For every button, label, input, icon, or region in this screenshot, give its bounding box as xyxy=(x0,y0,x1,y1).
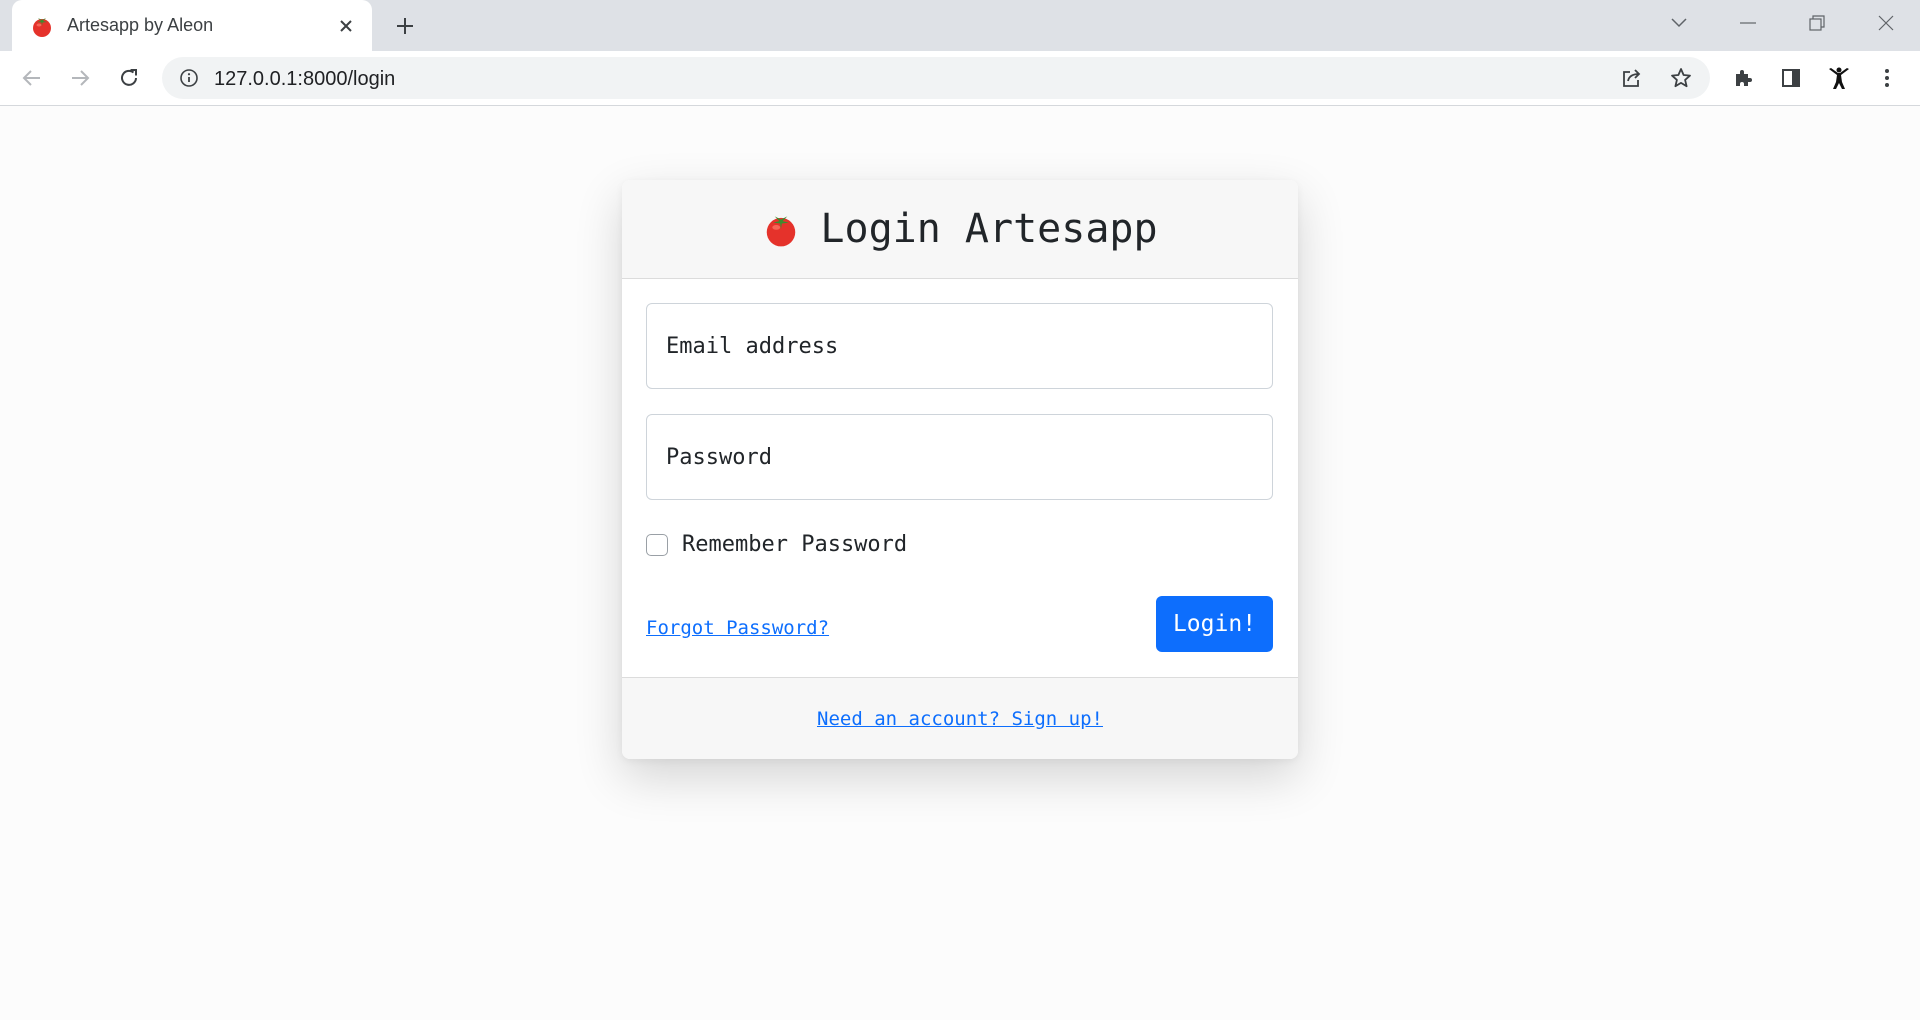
login-card-footer: Need an account? Sign up! xyxy=(622,677,1298,759)
side-panel-icon[interactable] xyxy=(1775,62,1807,94)
tomato-icon xyxy=(30,14,54,38)
tomato-icon xyxy=(762,210,800,248)
email-label: Email address xyxy=(666,334,839,359)
login-button[interactable]: Login! xyxy=(1156,596,1273,652)
password-field[interactable]: Password xyxy=(646,414,1273,500)
browser-toolbar: 127.0.0.1:8000/login xyxy=(0,51,1920,106)
forgot-password-link[interactable]: Forgot Password? xyxy=(646,617,829,639)
url-text: 127.0.0.1:8000/login xyxy=(214,68,396,90)
signup-link[interactable]: Need an account? Sign up! xyxy=(817,708,1103,730)
password-label: Password xyxy=(666,445,772,470)
address-bar[interactable]: 127.0.0.1:8000/login xyxy=(162,57,1710,99)
reload-icon[interactable] xyxy=(113,62,145,94)
more-menu-icon[interactable] xyxy=(1871,62,1903,94)
share-icon[interactable] xyxy=(1617,63,1647,93)
close-tab-icon[interactable] xyxy=(332,12,360,40)
remember-checkbox[interactable] xyxy=(646,533,668,556)
minimize-icon[interactable] xyxy=(1731,8,1765,38)
extensions-puzzle-icon[interactable] xyxy=(1727,62,1759,94)
page-title: Login Artesapp xyxy=(820,206,1158,252)
tab-title: Artesapp by Aleon xyxy=(67,15,214,35)
email-field[interactable]: Email address xyxy=(646,303,1273,389)
remember-label[interactable]: Remember Password xyxy=(682,532,907,557)
forward-icon[interactable] xyxy=(64,62,96,94)
login-card-header: Login Artesapp xyxy=(622,180,1298,279)
login-form: Email address Password Remember Password… xyxy=(622,279,1298,677)
tab-search-chevron-icon[interactable] xyxy=(1662,8,1696,38)
remember-row: Remember Password xyxy=(646,532,907,557)
browser-tab[interactable]: Artesapp by Aleon xyxy=(12,0,372,51)
site-info-icon[interactable] xyxy=(178,67,200,89)
bookmark-star-icon[interactable] xyxy=(1666,63,1696,93)
new-tab-icon[interactable] xyxy=(390,11,420,41)
close-window-icon[interactable] xyxy=(1869,8,1903,38)
browser-tabstrip: Artesapp by Aleon xyxy=(0,0,1920,51)
back-icon[interactable] xyxy=(16,62,48,94)
login-card: Login Artesapp Email address Password Re… xyxy=(622,180,1298,759)
restore-icon[interactable] xyxy=(1800,8,1834,38)
profile-avatar-icon[interactable] xyxy=(1823,62,1855,94)
